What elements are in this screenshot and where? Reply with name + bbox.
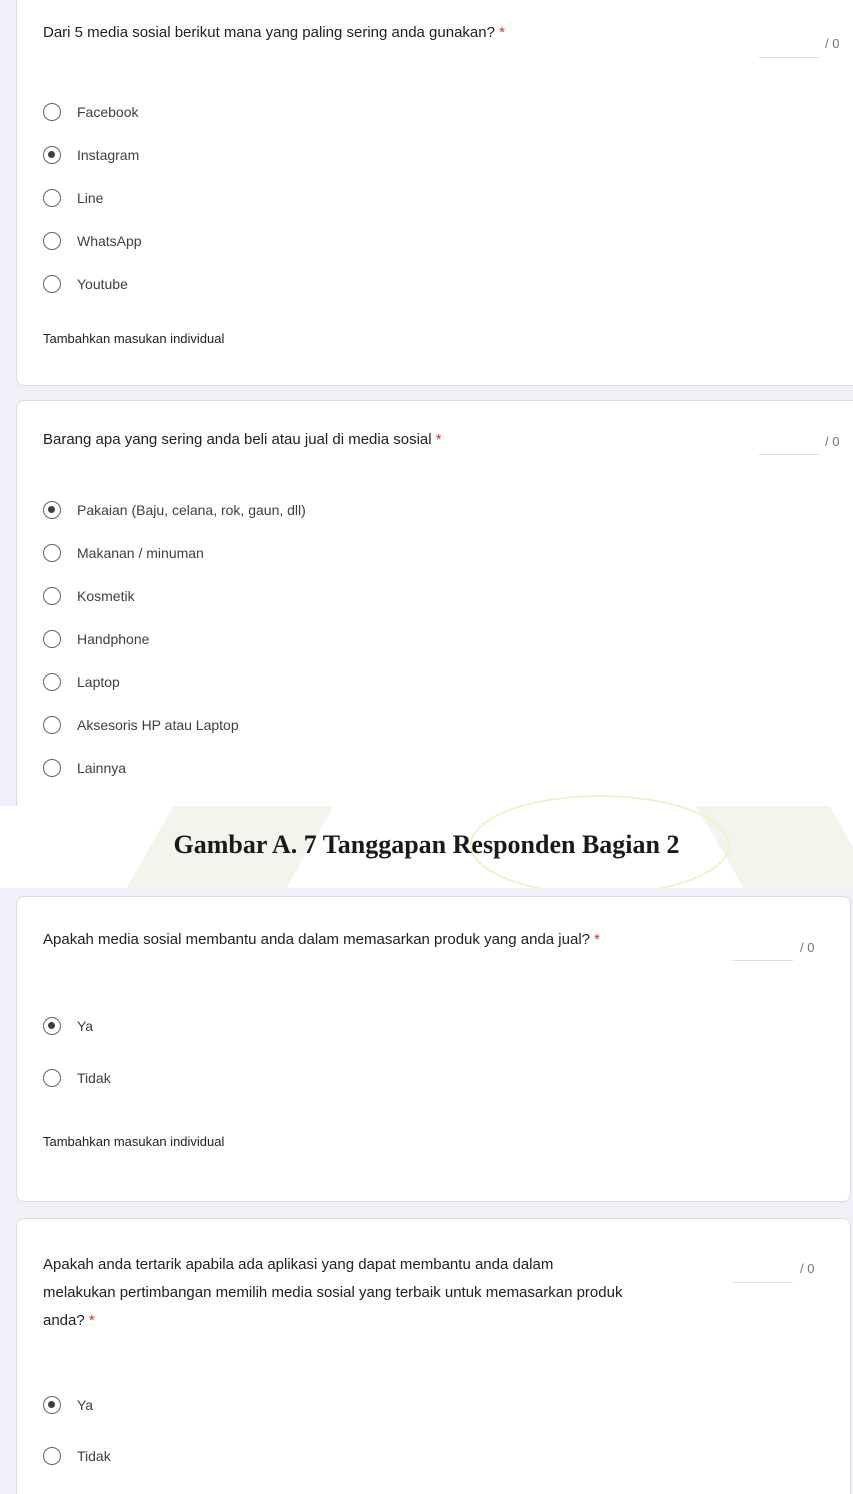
option-ya[interactable]: Ya <box>43 1014 93 1038</box>
option-label: Lainnya <box>77 760 127 776</box>
radio-icon[interactable] <box>43 275 61 293</box>
form-responses-panel-top: Dari 5 media sosial berikut mana yang pa… <box>0 0 853 806</box>
radio-icon[interactable] <box>43 232 61 250</box>
option-ya[interactable]: Ya <box>43 1393 93 1417</box>
radio-checked-icon[interactable] <box>43 501 61 519</box>
option-makanan[interactable]: Makanan / minuman <box>43 541 204 565</box>
radio-checked-icon[interactable] <box>43 1396 61 1414</box>
option-label: Aksesoris HP atau Laptop <box>77 717 239 733</box>
score-input[interactable] <box>733 1282 793 1283</box>
question-card-2: Barang apa yang sering anda beli atau ju… <box>16 400 853 806</box>
add-feedback-link[interactable]: Tambahkan masukan individual <box>43 331 224 346</box>
required-asterisk: * <box>88 1312 95 1329</box>
option-lainnya[interactable]: Lainnya <box>43 756 126 780</box>
radio-checked-icon[interactable] <box>43 1017 61 1035</box>
option-label: Ya <box>77 1018 94 1034</box>
option-whatsapp[interactable]: WhatsApp <box>43 229 142 253</box>
required-asterisk: * <box>594 931 601 948</box>
option-instagram[interactable]: Instagram <box>43 143 139 167</box>
option-label: Instagram <box>77 147 140 163</box>
radio-icon[interactable] <box>43 544 61 562</box>
radio-icon[interactable] <box>43 1447 61 1465</box>
option-label: WhatsApp <box>77 233 142 249</box>
question-title: Apakah anda tertarik apabila ada aplikas… <box>43 1256 623 1329</box>
radio-icon[interactable] <box>43 587 61 605</box>
radio-icon[interactable] <box>43 759 61 777</box>
question-title: Dari 5 media sosial berikut mana yang pa… <box>43 24 505 41</box>
score-total: / 0 <box>825 36 840 51</box>
radio-icon[interactable] <box>43 630 61 648</box>
option-line[interactable]: Line <box>43 186 103 210</box>
radio-icon[interactable] <box>43 103 61 121</box>
option-label: Makanan / minuman <box>77 545 204 561</box>
radio-checked-icon[interactable] <box>43 146 61 164</box>
option-label: Line <box>77 190 104 206</box>
score-input[interactable] <box>733 960 793 961</box>
option-label: Handphone <box>77 631 150 647</box>
form-responses-panel-bottom: Apakah media sosial membantu anda dalam … <box>0 888 853 1494</box>
option-pakaian[interactable]: Pakaian (Baju, celana, rok, gaun, dll) <box>43 498 306 522</box>
option-label: Pakaian (Baju, celana, rok, gaun, dll) <box>77 502 306 518</box>
score-input[interactable] <box>759 57 819 58</box>
option-facebook[interactable]: Facebook <box>43 100 138 124</box>
score-total: / 0 <box>825 434 840 449</box>
figure-caption: Gambar A. 7 Tanggapan Responden Bagian 2 <box>173 830 680 859</box>
option-label: Tidak <box>77 1448 111 1464</box>
question-title: Barang apa yang sering anda beli atau ju… <box>43 431 442 448</box>
option-label: Facebook <box>77 104 139 120</box>
option-label: Youtube <box>77 276 128 292</box>
option-laptop[interactable]: Laptop <box>43 670 120 694</box>
question-title: Apakah media sosial membantu anda dalam … <box>43 931 601 948</box>
required-asterisk: * <box>499 24 505 41</box>
option-kosmetik[interactable]: Kosmetik <box>43 584 135 608</box>
score-total: / 0 <box>800 1261 815 1276</box>
question-card-3: Apakah media sosial membantu anda dalam … <box>16 896 851 1202</box>
option-label: Kosmetik <box>77 588 135 604</box>
radio-icon[interactable] <box>43 1069 61 1087</box>
radio-icon[interactable] <box>43 189 61 207</box>
option-label: Ya <box>77 1397 94 1413</box>
add-feedback-link[interactable]: Tambahkan masukan individual <box>43 1134 224 1149</box>
option-handphone[interactable]: Handphone <box>43 627 149 651</box>
option-aksesoris[interactable]: Aksesoris HP atau Laptop <box>43 713 239 737</box>
option-youtube[interactable]: Youtube <box>43 272 128 296</box>
option-tidak[interactable]: Tidak <box>43 1066 111 1090</box>
question-card-4: Apakah anda tertarik apabila ada aplikas… <box>16 1218 851 1494</box>
question-card-1: Dari 5 media sosial berikut mana yang pa… <box>16 0 853 386</box>
radio-icon[interactable] <box>43 716 61 734</box>
score-total: / 0 <box>800 940 815 955</box>
option-label: Tidak <box>77 1070 111 1086</box>
score-input[interactable] <box>759 454 819 455</box>
option-tidak[interactable]: Tidak <box>43 1444 111 1468</box>
option-label: Laptop <box>77 674 120 690</box>
radio-icon[interactable] <box>43 673 61 691</box>
required-asterisk: * <box>435 431 442 448</box>
